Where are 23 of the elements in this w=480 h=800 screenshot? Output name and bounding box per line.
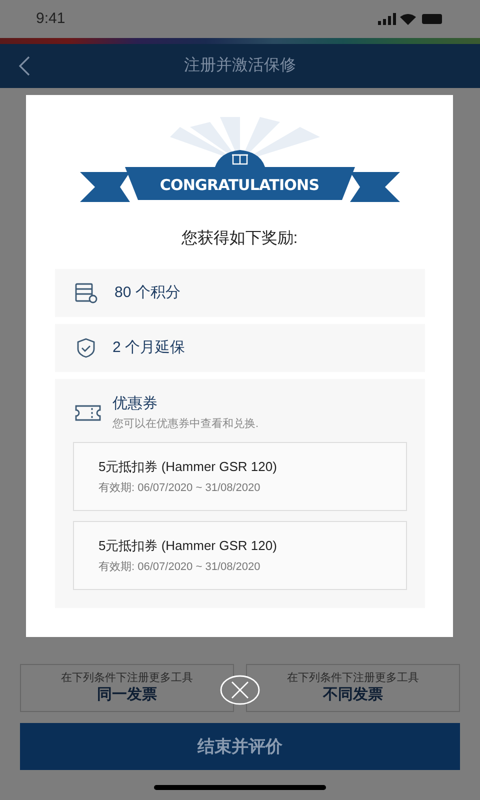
coupon-validity: 有效期: 06/07/2020 ~ 31/08/2020 [98,560,262,575]
coupon-title: 5元抵扣券 (Hammer GSR 120) [98,536,278,555]
reward-note: 您可以在优惠券中查看和兑换. [112,416,259,432]
dialog-heading: 您获得如下奖励: [181,228,298,249]
ticket-icon [74,404,100,420]
option-button[interactable]: 在下列条件下注册更多工具 不同发票 [246,664,460,712]
reward-label: 80 个积分 [114,282,180,303]
reward-label: 优惠券 [112,394,158,414]
back-icon[interactable] [18,56,30,76]
coupon-validity: 有效期: 06/07/2020 ~ 31/08/2020 [98,481,262,496]
finish-button[interactable]: 结束并评价 [20,723,460,770]
reward-label: 2 个月延保 [112,338,186,358]
coupon-title: 5元抵扣券 (Hammer GSR 120) [98,458,278,476]
coin-stack-icon [74,282,98,304]
status-time: 9:41 [36,8,66,29]
coupon-card[interactable]: 5元抵扣券 (Hammer GSR 120) 有效期: 06/07/2020 ~ 31/08/2020 [72,442,406,511]
coupon-card[interactable]: 5元抵扣券 (Hammer GSR 120) 有效期: 06/07/2020 ~ 31/08/2020 [72,521,406,590]
option-button[interactable]: 在下列条件下注册更多工具 同一发票 [20,664,234,712]
banner-title: CONGRATULATIONS [158,175,320,196]
status-icons-drawing [378,13,444,25]
header-title: 注册并激活保修 [184,56,296,76]
close-icon[interactable] [220,675,260,705]
shield-check-icon [74,337,96,359]
